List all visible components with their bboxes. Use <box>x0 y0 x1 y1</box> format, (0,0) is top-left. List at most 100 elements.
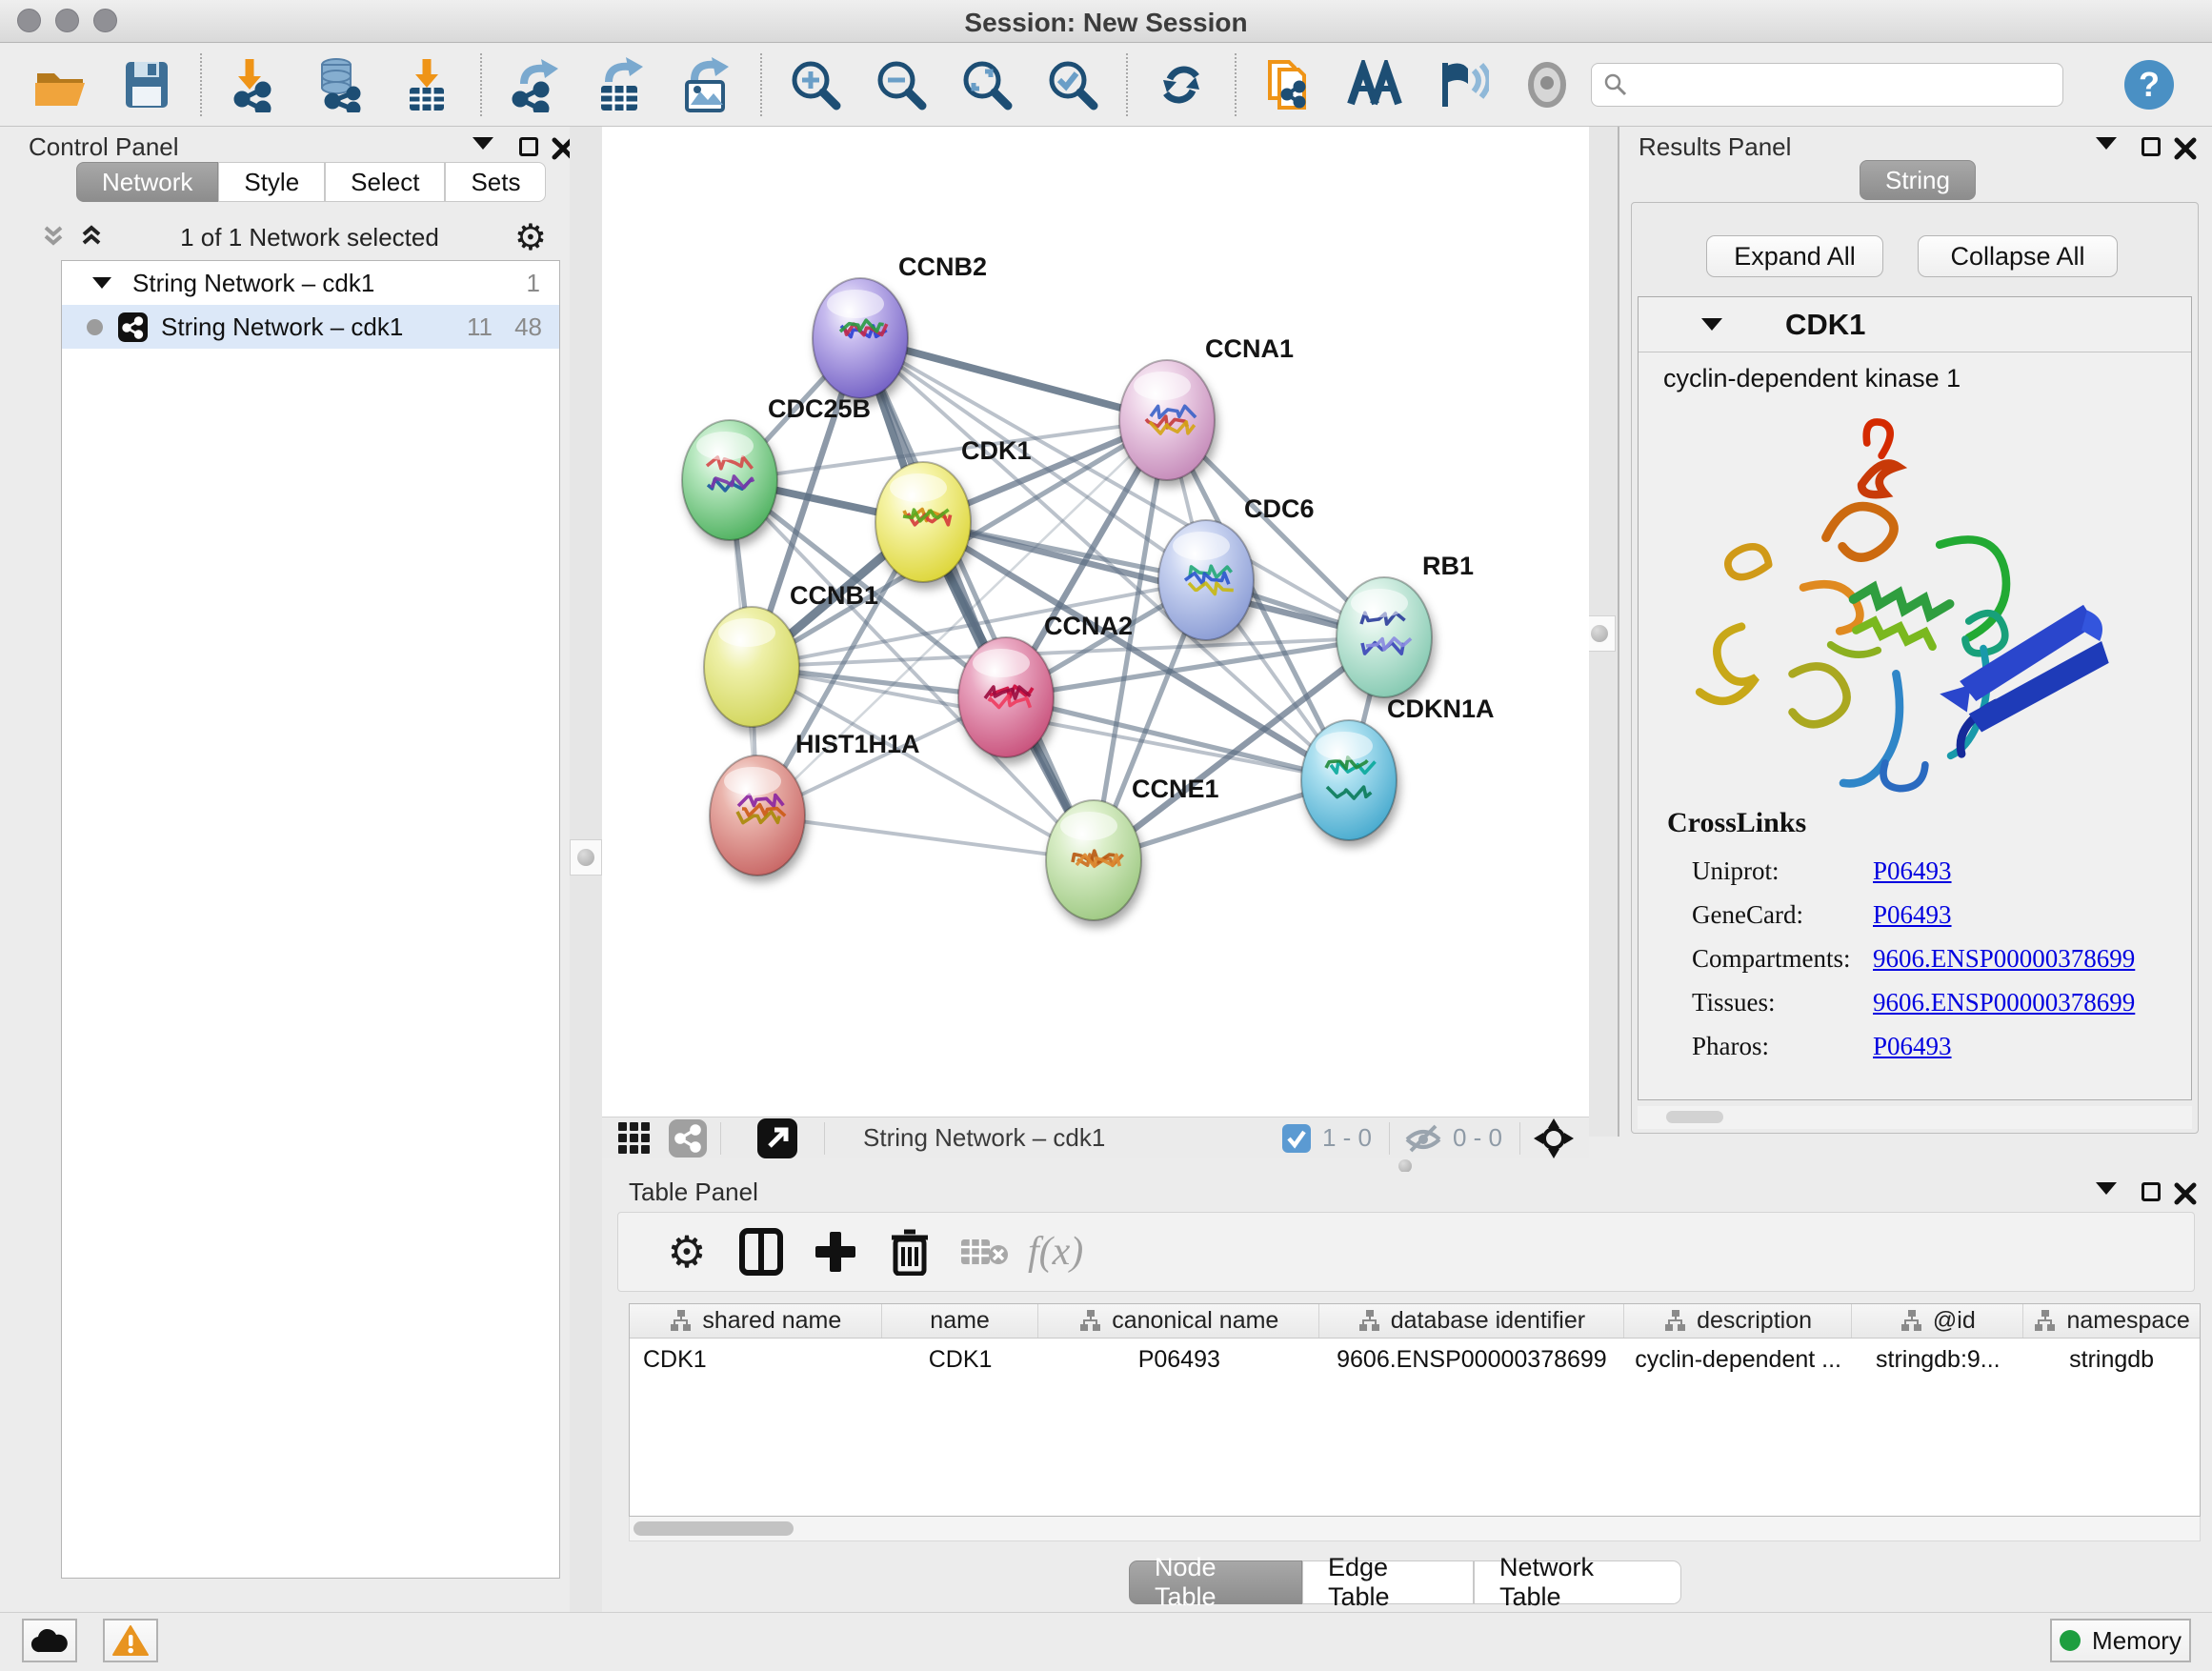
tab-select[interactable]: Select <box>325 162 445 202</box>
clone-network-button[interactable] <box>1261 56 1318 113</box>
cloud-services-button[interactable] <box>22 1619 77 1662</box>
cell-shared-name[interactable]: CDK1 <box>630 1346 882 1374</box>
hidden-indicator-button[interactable] <box>1403 1122 1443 1155</box>
protein-card-header[interactable]: CDK1 <box>1639 297 2191 352</box>
results-panel-menu-button[interactable] <box>2096 137 2117 150</box>
binoculars-button[interactable] <box>1347 56 1404 113</box>
tab-node-table[interactable]: Node Table <box>1129 1560 1302 1604</box>
tab-string-results[interactable]: String <box>1860 160 1976 200</box>
network-node-cdc6[interactable]: CDC6 <box>1158 494 1315 640</box>
crosslink-genecard-link[interactable]: P06493 <box>1873 900 1952 930</box>
table-panel-close-button[interactable] <box>2174 1182 2197 1205</box>
table-panel-float-button[interactable] <box>2142 1182 2161 1201</box>
delete-column-button[interactable] <box>879 1221 940 1282</box>
cell-name[interactable]: CDK1 <box>882 1346 1039 1374</box>
save-session-button[interactable] <box>118 56 175 113</box>
collapse-all-networks-button[interactable] <box>40 224 67 251</box>
results-scrollbar[interactable] <box>1638 1106 2192 1129</box>
export-image-button[interactable] <box>678 56 735 113</box>
string-network-graph[interactable]: CCNB2CCNA1CDC25BCDK1CDC6RB1CCNB1CCNA2CDK… <box>602 127 1589 1117</box>
left-panel-divider[interactable] <box>570 127 602 1612</box>
network-row[interactable]: String Network – cdk1 11 48 <box>62 305 559 349</box>
network-view-canvas[interactable]: CCNB2CCNA1CDC25BCDK1CDC6RB1CCNB1CCNA2CDK… <box>602 127 1589 1117</box>
control-panel-menu-button[interactable] <box>473 137 493 150</box>
control-panel-float-button[interactable] <box>519 137 538 156</box>
create-column-button[interactable] <box>805 1221 866 1282</box>
refresh-view-button[interactable] <box>1153 56 1210 113</box>
network-collection-row[interactable]: String Network – cdk1 1 <box>62 261 559 305</box>
toolbar-search[interactable] <box>1591 63 2063 107</box>
column-header-id[interactable]: @id <box>1852 1304 2023 1338</box>
column-header-shared-name[interactable]: shared name <box>630 1304 882 1338</box>
horizontal-splitter[interactable] <box>602 1158 2202 1172</box>
network-node-rb1[interactable]: RB1 <box>1337 552 1474 697</box>
crosslink-compartments-link[interactable]: 9606.ENSP00000378699 <box>1873 944 2135 974</box>
cell-description[interactable]: cyclin-dependent ... <box>1624 1346 1853 1374</box>
cell-id[interactable]: stringdb:9... <box>1852 1346 2023 1374</box>
memory-button[interactable]: Memory <box>2050 1619 2191 1662</box>
results-panel-float-button[interactable] <box>2142 137 2161 156</box>
tab-network[interactable]: Network <box>76 162 218 202</box>
help-button[interactable]: ? <box>2121 56 2178 113</box>
show-hide-graphics-button[interactable] <box>1433 56 1490 113</box>
delete-table-button[interactable] <box>954 1221 1015 1282</box>
table-panel-menu-button[interactable] <box>2096 1182 2117 1195</box>
expand-all-networks-button[interactable] <box>78 224 105 251</box>
zoom-in-button[interactable] <box>787 56 844 113</box>
collection-expand-icon[interactable] <box>92 277 111 289</box>
warnings-button[interactable] <box>103 1619 158 1662</box>
tab-sets[interactable]: Sets <box>445 162 546 202</box>
tab-network-table[interactable]: Network Table <box>1474 1560 1681 1604</box>
table-panel: Table Panel ⚙ <box>602 1172 2202 1612</box>
cell-database-identifier[interactable]: 9606.ENSP00000378699 <box>1319 1346 1624 1374</box>
crosslink-pharos-link[interactable]: P06493 <box>1873 1032 1952 1061</box>
import-network-file-button[interactable] <box>227 56 284 113</box>
eye-button[interactable] <box>1518 56 1576 113</box>
cell-namespace[interactable]: stringdb <box>2023 1346 2200 1374</box>
collapse-all-button[interactable]: Collapse All <box>1918 235 2118 277</box>
zoom-fit-button[interactable] <box>958 56 1016 113</box>
column-header-canonical-name[interactable]: canonical name <box>1038 1304 1319 1338</box>
open-session-button[interactable] <box>32 56 90 113</box>
results-scrollbar-thumb[interactable] <box>1666 1111 1723 1123</box>
search-input[interactable] <box>1628 70 2051 99</box>
right-panel-divider[interactable] <box>1589 127 1619 1137</box>
tab-edge-table[interactable]: Edge Table <box>1302 1560 1474 1604</box>
column-header-name[interactable]: name <box>882 1304 1039 1338</box>
network-node-ccnb1[interactable]: CCNB1 <box>704 581 878 727</box>
scrollbar-thumb[interactable] <box>633 1521 794 1536</box>
import-table-file-button[interactable] <box>398 56 455 113</box>
tab-style[interactable]: Style <box>218 162 325 202</box>
export-table-button[interactable] <box>593 56 650 113</box>
left-divider-handle[interactable] <box>570 839 602 876</box>
results-panel-close-button[interactable] <box>2174 137 2197 160</box>
protein-collapse-icon[interactable] <box>1701 318 1722 331</box>
table-horizontal-scrollbar[interactable] <box>629 1517 2201 1541</box>
network-edge[interactable] <box>860 338 1094 860</box>
network-node-cdkn1a[interactable]: CDKN1A <box>1301 695 1495 840</box>
network-edge[interactable] <box>757 815 1094 860</box>
network-node-ccne1[interactable]: CCNE1 <box>1046 775 1219 920</box>
show-columns-button[interactable] <box>731 1221 792 1282</box>
expand-all-button[interactable]: Expand All <box>1706 235 1883 277</box>
crosslink-uniprot-link[interactable]: P06493 <box>1873 856 1952 886</box>
import-network-database-button[interactable] <box>312 56 370 113</box>
table-row[interactable]: CDK1 CDK1 P06493 9606.ENSP00000378699 cy… <box>630 1339 2200 1380</box>
network-options-gear-button[interactable]: ⚙ <box>514 216 547 258</box>
selected-indicator-checkbox[interactable] <box>1282 1124 1311 1153</box>
table-options-gear-button[interactable]: ⚙ <box>656 1221 717 1282</box>
function-builder-button[interactable]: f(x) <box>1028 1221 1083 1282</box>
zoom-selected-button[interactable] <box>1044 56 1101 113</box>
network-node-hist1h1a[interactable]: HIST1H1A <box>710 730 920 876</box>
export-network-button[interactable] <box>507 56 564 113</box>
fit-center-button[interactable] <box>1534 1118 1574 1158</box>
column-header-namespace[interactable]: namespace <box>2023 1304 2200 1338</box>
zoom-out-button[interactable] <box>873 56 930 113</box>
birds-eye-view-button[interactable] <box>617 1121 652 1156</box>
string-panel-toggle-button[interactable] <box>669 1119 707 1158</box>
column-header-database-identifier[interactable]: database identifier <box>1319 1304 1624 1338</box>
crosslink-tissues-link[interactable]: 9606.ENSP00000378699 <box>1873 988 2135 1017</box>
column-header-description[interactable]: description <box>1624 1304 1853 1338</box>
open-in-new-window-button[interactable] <box>757 1118 797 1158</box>
cell-canonical-name[interactable]: P06493 <box>1038 1346 1319 1374</box>
